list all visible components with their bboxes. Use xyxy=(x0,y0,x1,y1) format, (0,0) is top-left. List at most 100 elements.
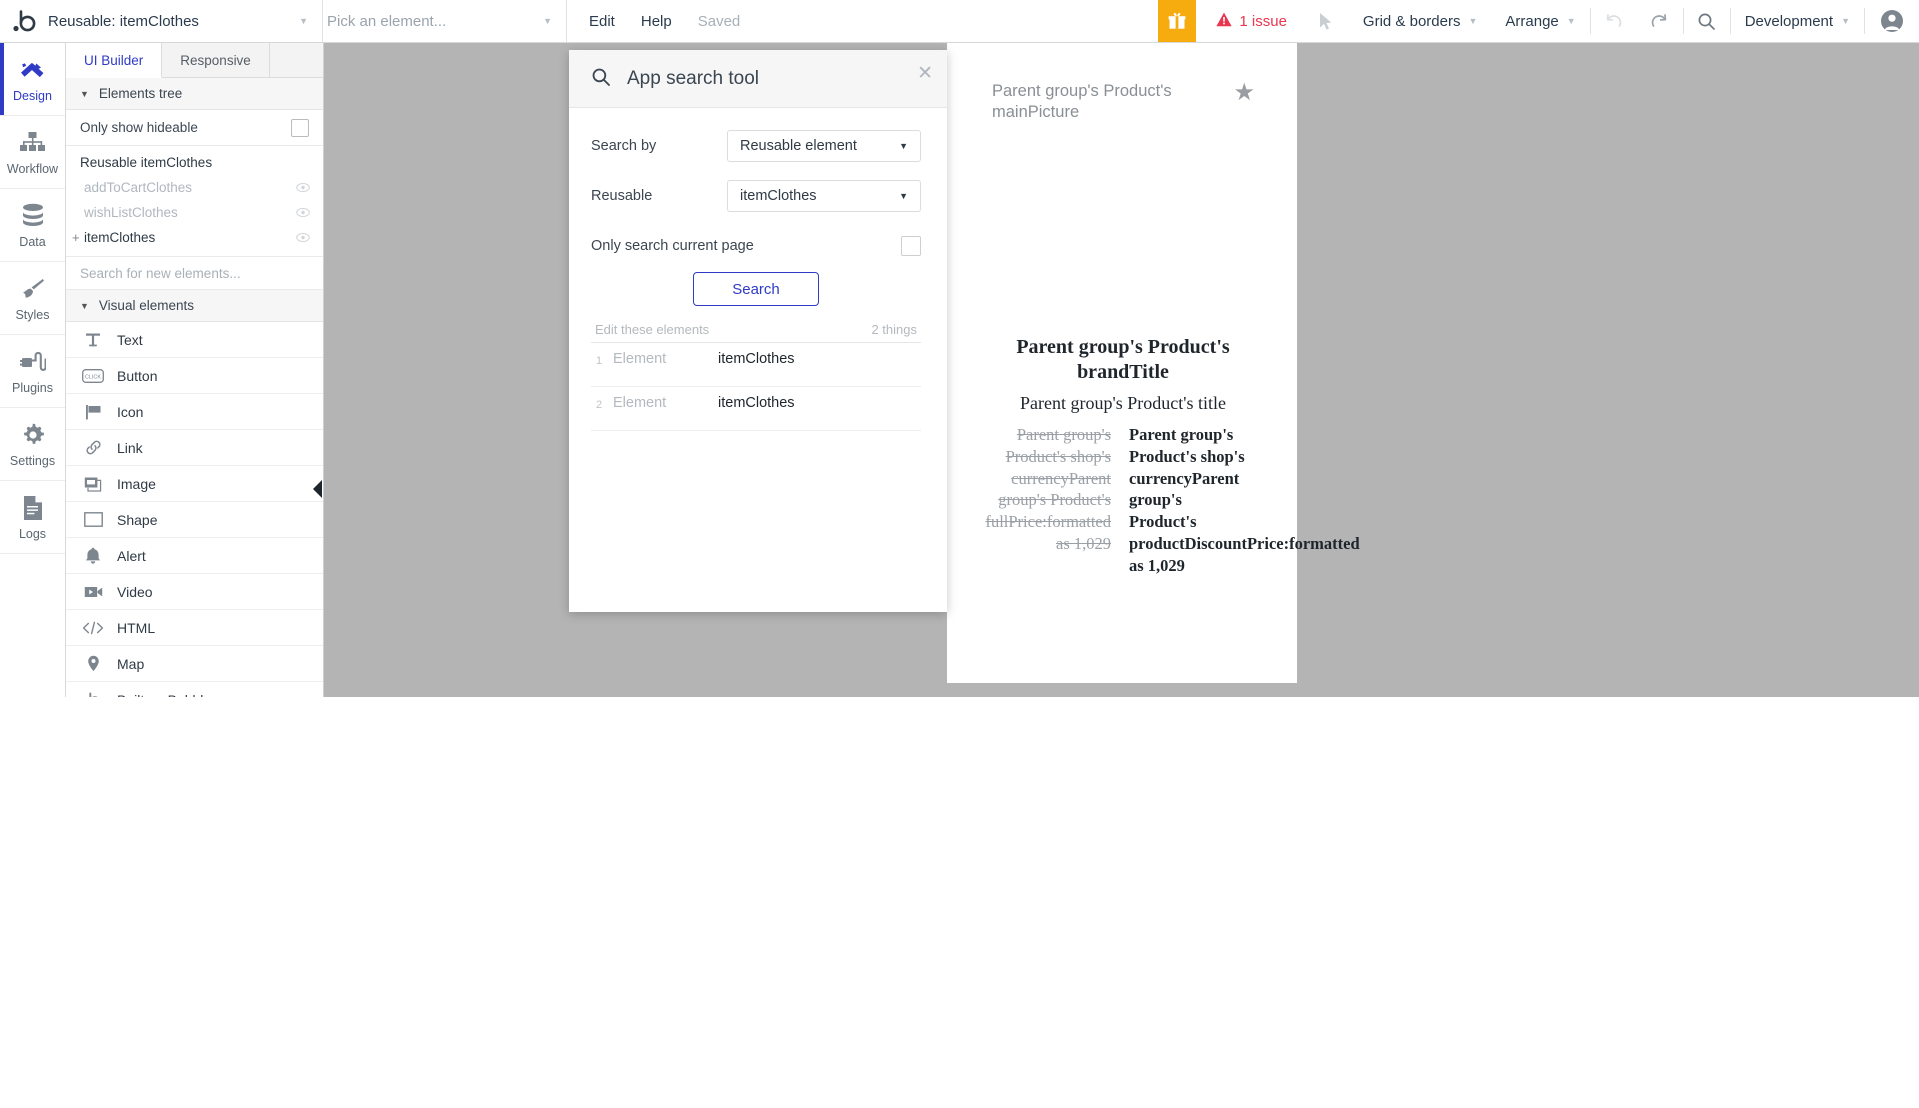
arrange-menu[interactable]: Arrange ▼ xyxy=(1491,0,1589,42)
sidebar-label-design: Design xyxy=(13,89,52,103)
sidebar-label-workflow: Workflow xyxy=(7,162,58,176)
tree-node-label: wishListClothes xyxy=(84,205,178,220)
top-toolbar: Reusable: itemClothes ▼ Pick an element.… xyxy=(0,0,1919,43)
app-search-dialog[interactable]: App search tool ✕ Search by Reusable ele… xyxy=(569,50,947,612)
chevron-down-icon: ▼ xyxy=(899,141,908,151)
panel-tabs: UI Builder Responsive xyxy=(66,43,323,78)
menu-edit[interactable]: Edit xyxy=(589,13,615,30)
page-selector[interactable]: Reusable: itemClothes ▼ xyxy=(44,0,323,42)
product-title-text: Parent group's Product's title xyxy=(975,393,1271,414)
top-menu: Edit Help Saved xyxy=(567,0,762,42)
only-search-current-page-row[interactable]: Only search current page xyxy=(591,236,921,256)
issues-indicator[interactable]: 1 issue xyxy=(1196,0,1305,42)
visibility-eye-icon[interactable] xyxy=(296,180,310,195)
elements-tree: Reusable itemClothes addToCartClothes wi… xyxy=(66,146,323,257)
result-kind: Element xyxy=(613,395,666,411)
sidebar-item-workflow[interactable]: Workflow xyxy=(0,116,65,189)
toolbar-spacer xyxy=(762,0,1158,42)
sidebar-label-data: Data xyxy=(19,235,45,249)
tree-node-label: Reusable itemClothes xyxy=(80,155,212,170)
table-row[interactable]: 2 Element itemClothes fashion_store_prod… xyxy=(591,387,921,431)
save-status: Saved xyxy=(698,13,741,30)
element-picker[interactable]: Pick an element... ▼ xyxy=(323,0,567,42)
search-button-wrap: Search xyxy=(591,272,921,306)
table-row[interactable]: 1 Element itemClothes fashion_store xyxy=(591,343,921,387)
menu-help[interactable]: Help xyxy=(641,13,672,30)
only-show-hideable-row[interactable]: Only show hideable xyxy=(66,110,323,146)
results-header: Edit these elements 2 things xyxy=(591,310,921,343)
user-avatar-icon[interactable] xyxy=(1865,0,1919,42)
result-index: 1 xyxy=(596,355,602,367)
search-button[interactable]: Search xyxy=(693,272,819,306)
chevron-down-icon: ▼ xyxy=(515,17,552,26)
dialog-header: App search tool ✕ xyxy=(569,50,947,108)
result-name: itemClothes xyxy=(718,395,795,411)
search-by-label: Search by xyxy=(591,138,727,154)
undo-icon[interactable] xyxy=(1591,0,1637,42)
tree-node-reusable-itemclothes[interactable]: Reusable itemClothes xyxy=(66,150,323,175)
search-new-elements-placeholder: Search for new elements... xyxy=(80,266,241,281)
tab-responsive[interactable]: Responsive xyxy=(162,43,270,77)
reusable-value: itemClothes xyxy=(740,188,817,204)
bubble-editor-window: Reusable: itemClothes ▼ Pick an element.… xyxy=(0,0,1919,697)
workflow-tree-icon xyxy=(19,128,46,158)
grid-borders-menu[interactable]: Grid & borders ▼ xyxy=(1349,0,1491,42)
chevron-down-icon: ▼ xyxy=(271,17,308,26)
tab-responsive-label: Responsive xyxy=(180,53,251,68)
tree-node-itemclothes[interactable]: + itemClothes xyxy=(66,225,323,250)
dialog-body: Search by Reusable element ▼ Reusable it… xyxy=(569,108,947,431)
version-menu[interactable]: Development ▼ xyxy=(1731,0,1864,42)
star-icon[interactable]: ★ xyxy=(1233,81,1255,105)
elements-tree-header[interactable]: ▼ Elements tree xyxy=(66,78,323,110)
page-selector-value: Reusable: itemClothes xyxy=(48,13,199,30)
issues-label: 1 issue xyxy=(1239,13,1287,30)
tree-node-wishlistclothes[interactable]: wishListClothes xyxy=(66,200,323,225)
dialog-title: App search tool xyxy=(627,68,759,90)
search-by-row: Search by Reusable element ▼ xyxy=(591,130,921,162)
search-icon[interactable] xyxy=(1684,0,1730,42)
sidebar-item-data[interactable]: Data xyxy=(0,189,65,262)
full-price-text: Parent group's Product's shop's currency… xyxy=(979,424,1111,555)
paintbrush-icon xyxy=(20,274,46,304)
visibility-eye-icon[interactable] xyxy=(296,230,310,245)
search-new-elements-input[interactable]: Search for new elements... xyxy=(66,257,323,290)
gift-icon[interactable] xyxy=(1158,0,1196,42)
chevron-down-icon: ▼ xyxy=(1468,16,1477,26)
tree-node-label: itemClothes xyxy=(84,230,155,245)
result-kind: Element xyxy=(613,351,666,367)
tab-ui-builder-label: UI Builder xyxy=(84,53,143,68)
visibility-eye-icon[interactable] xyxy=(296,205,310,220)
visual-element-text[interactable]: Text xyxy=(66,322,323,358)
chevron-down-icon: ▼ xyxy=(1567,16,1576,26)
chevron-down-icon: ▼ xyxy=(899,191,908,201)
redo-icon[interactable] xyxy=(1637,0,1683,42)
reusable-select[interactable]: itemClothes ▼ xyxy=(727,180,921,212)
search-icon xyxy=(591,67,611,90)
close-x-icon[interactable]: ✕ xyxy=(917,64,933,83)
expand-plus-icon[interactable]: + xyxy=(72,230,80,245)
sidebar-item-design[interactable]: Design xyxy=(0,43,65,116)
only-search-current-page-checkbox[interactable] xyxy=(901,236,921,256)
page-preview[interactable]: Parent group's Product's mainPicture ★ P… xyxy=(947,43,1297,683)
tree-node-label: addToCartClothes xyxy=(84,180,192,195)
tab-ui-builder[interactable]: UI Builder xyxy=(66,43,162,78)
cursor-arrow-icon[interactable] xyxy=(1305,0,1349,42)
search-by-value: Reusable element xyxy=(740,138,857,154)
visual-elements-title: Visual elements xyxy=(99,298,194,313)
database-icon xyxy=(21,201,45,231)
bubble-logo-icon[interactable] xyxy=(0,0,44,42)
elements-tree-title: Elements tree xyxy=(99,86,182,101)
reusable-label: Reusable xyxy=(591,188,727,204)
reusable-row: Reusable itemClothes ▼ xyxy=(591,180,921,212)
text-t-icon xyxy=(82,330,104,350)
sidebar-item-styles[interactable]: Styles xyxy=(0,262,65,335)
visual-elements-header[interactable]: ▼ Visual elements xyxy=(66,290,323,322)
tree-node-addtocartclothes[interactable]: addToCartClothes xyxy=(66,175,323,200)
caret-down-icon: ▼ xyxy=(80,301,89,311)
caret-down-icon: ▼ xyxy=(80,89,89,99)
search-by-select[interactable]: Reusable element ▼ xyxy=(727,130,921,162)
design-pencils-icon xyxy=(19,55,46,85)
grid-borders-label: Grid & borders xyxy=(1363,13,1461,30)
visual-element-label: Text xyxy=(117,332,143,348)
only-show-hideable-checkbox[interactable] xyxy=(291,119,309,137)
